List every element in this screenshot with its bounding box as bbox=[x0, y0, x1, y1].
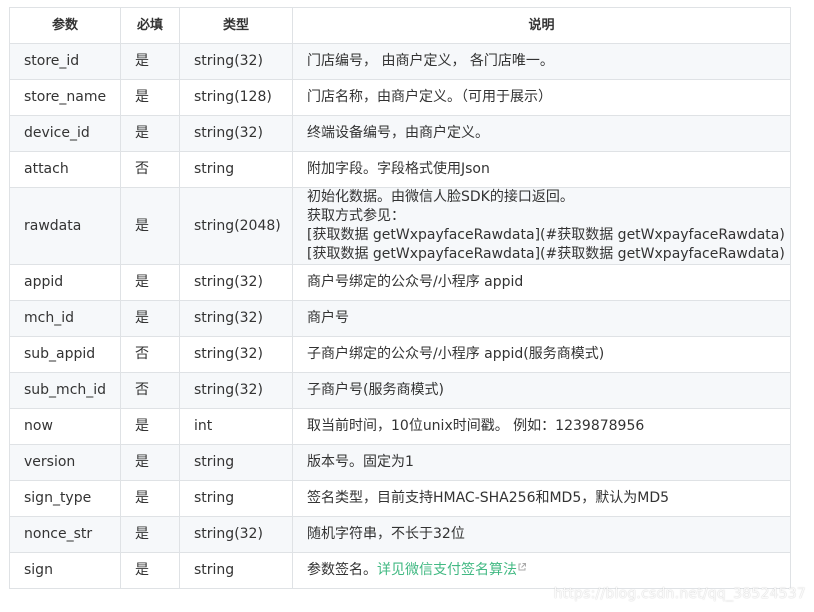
param-description: 门店编号， 由商户定义， 各门店唯一。 bbox=[292, 43, 791, 80]
param-required: 是 bbox=[120, 480, 180, 517]
param-required: 是 bbox=[120, 300, 180, 337]
param-type: string(32) bbox=[179, 336, 293, 373]
table-row: version 是 string 版本号。固定为1 bbox=[9, 444, 791, 481]
header-required: 必填 bbox=[120, 7, 180, 44]
table-header-row: 参数 必填 类型 说明 bbox=[9, 7, 791, 44]
param-description: 终端设备编号，由商户定义。 bbox=[292, 115, 791, 152]
param-required: 是 bbox=[120, 43, 180, 80]
description-line: [获取数据 getWxpayfaceRawdata](#获取数据 getWxpa… bbox=[307, 246, 785, 262]
param-name: sign_type bbox=[9, 480, 121, 517]
table-row: sign_type 是 string 签名类型，目前支持HMAC-SHA256和… bbox=[9, 480, 791, 517]
param-description: 子商户号(服务商模式) bbox=[292, 372, 791, 409]
param-type: string(32) bbox=[179, 115, 293, 152]
param-type: string bbox=[179, 480, 293, 517]
param-name: sign bbox=[9, 552, 121, 589]
param-name: version bbox=[9, 444, 121, 481]
external-link-icon[interactable] bbox=[518, 563, 526, 571]
param-type: string bbox=[179, 552, 293, 589]
header-description: 说明 bbox=[292, 7, 791, 44]
table-row: attach 否 string 附加字段。字段格式使用Json bbox=[9, 151, 791, 188]
param-required: 否 bbox=[120, 372, 180, 409]
param-description: 初始化数据。由微信人脸SDK的接口返回。 获取方式参见： [获取数据 getWx… bbox=[292, 187, 791, 265]
table-row: appid 是 string(32) 商户号绑定的公众号/小程序 appid bbox=[9, 264, 791, 301]
table-row: store_name 是 string(128) 门店名称，由商户定义。（可用于… bbox=[9, 79, 791, 116]
param-name: store_name bbox=[9, 79, 121, 116]
table-row: mch_id 是 string(32) 商户号 bbox=[9, 300, 791, 337]
params-table: 参数 必填 类型 说明 store_id 是 string(32) 门店编号， … bbox=[9, 7, 791, 589]
param-required: 否 bbox=[120, 151, 180, 188]
param-description: 子商户绑定的公众号/小程序 appid(服务商模式) bbox=[292, 336, 791, 373]
param-type: string(32) bbox=[179, 43, 293, 80]
table-row: nonce_str 是 string(32) 随机字符串，不长于32位 bbox=[9, 516, 791, 553]
param-name: rawdata bbox=[9, 187, 121, 265]
param-name: appid bbox=[9, 264, 121, 301]
param-type: int bbox=[179, 408, 293, 445]
param-type: string(32) bbox=[179, 372, 293, 409]
param-description: 随机字符串，不长于32位 bbox=[292, 516, 791, 553]
param-description: 附加字段。字段格式使用Json bbox=[292, 151, 791, 188]
param-required: 是 bbox=[120, 264, 180, 301]
param-name: attach bbox=[9, 151, 121, 188]
param-description: 门店名称，由商户定义。（可用于展示） bbox=[292, 79, 791, 116]
table-row: sign 是 string 参数签名。详见微信支付签名算法 bbox=[9, 552, 791, 589]
param-name: store_id bbox=[9, 43, 121, 80]
table-row: rawdata 是 string(2048) 初始化数据。由微信人脸SDK的接口… bbox=[9, 187, 791, 265]
param-required: 是 bbox=[120, 408, 180, 445]
param-name: device_id bbox=[9, 115, 121, 152]
param-description: 取当前时间，10位unix时间戳。 例如：1239878956 bbox=[292, 408, 791, 445]
description-line: 获取方式参见： bbox=[307, 208, 405, 224]
param-type: string bbox=[179, 444, 293, 481]
description-text: 参数签名。 bbox=[307, 562, 377, 578]
param-description: 签名类型，目前支持HMAC-SHA256和MD5，默认为MD5 bbox=[292, 480, 791, 517]
param-required: 是 bbox=[120, 444, 180, 481]
param-type: string(32) bbox=[179, 300, 293, 337]
watermark-text: https://blog.csdn.net/qq_38524537 bbox=[553, 586, 806, 602]
table-row: sub_appid 否 string(32) 子商户绑定的公众号/小程序 app… bbox=[9, 336, 791, 373]
param-name: mch_id bbox=[9, 300, 121, 337]
param-name: sub_mch_id bbox=[9, 372, 121, 409]
header-param: 参数 bbox=[9, 7, 121, 44]
param-type: string(128) bbox=[179, 79, 293, 116]
param-type: string(32) bbox=[179, 516, 293, 553]
table-row: now 是 int 取当前时间，10位unix时间戳。 例如：123987895… bbox=[9, 408, 791, 445]
param-required: 是 bbox=[120, 516, 180, 553]
param-type: string bbox=[179, 151, 293, 188]
param-name: now bbox=[9, 408, 121, 445]
table-row: device_id 是 string(32) 终端设备编号，由商户定义。 bbox=[9, 115, 791, 152]
param-description: 商户号 bbox=[292, 300, 791, 337]
param-name: nonce_str bbox=[9, 516, 121, 553]
description-line: 初始化数据。由微信人脸SDK的接口返回。 bbox=[307, 189, 574, 205]
table-row: sub_mch_id 否 string(32) 子商户号(服务商模式) bbox=[9, 372, 791, 409]
param-description: 商户号绑定的公众号/小程序 appid bbox=[292, 264, 791, 301]
param-required: 是 bbox=[120, 187, 180, 265]
description-line: [获取数据 getWxpayfaceRawdata](#获取数据 getWxpa… bbox=[307, 227, 785, 243]
sign-algorithm-link[interactable]: 详见微信支付签名算法 bbox=[377, 562, 517, 578]
param-required: 是 bbox=[120, 79, 180, 116]
param-type: string(32) bbox=[179, 264, 293, 301]
param-description: 参数签名。详见微信支付签名算法 bbox=[292, 552, 791, 589]
param-type: string(2048) bbox=[179, 187, 293, 265]
param-required: 是 bbox=[120, 552, 180, 589]
param-required: 否 bbox=[120, 336, 180, 373]
param-name: sub_appid bbox=[9, 336, 121, 373]
param-description: 版本号。固定为1 bbox=[292, 444, 791, 481]
table-row: store_id 是 string(32) 门店编号， 由商户定义， 各门店唯一… bbox=[9, 43, 791, 80]
param-required: 是 bbox=[120, 115, 180, 152]
header-type: 类型 bbox=[179, 7, 293, 44]
